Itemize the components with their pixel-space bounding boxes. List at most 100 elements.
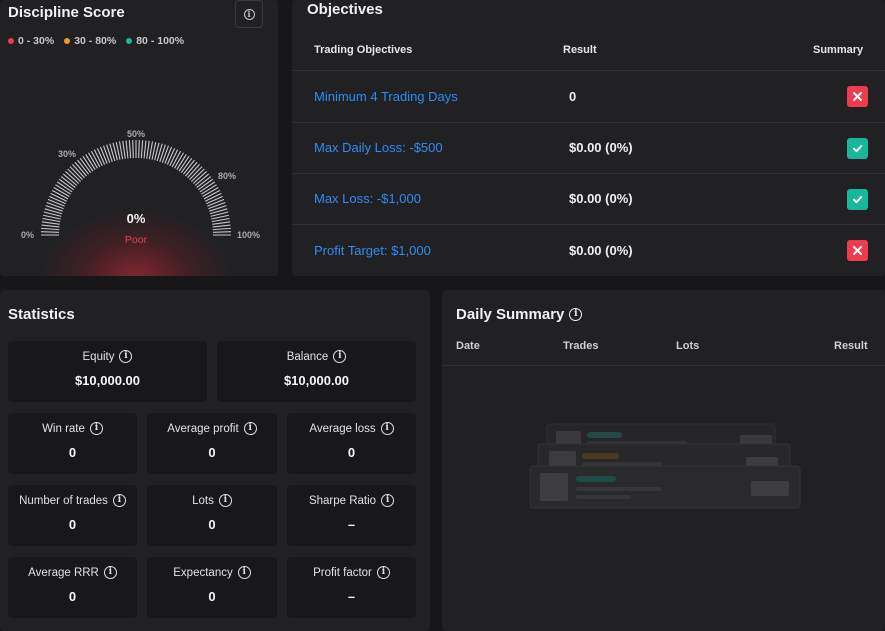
- objectives-header-name: Trading Objectives: [314, 44, 413, 56]
- stat-card-equity: Equity i $10,000.00: [8, 341, 207, 402]
- info-icon[interactable]: i: [119, 350, 133, 363]
- stat-value-lots: 0: [208, 517, 216, 532]
- gauge-tick: [138, 140, 140, 159]
- legend-item-low: 0 - 30%: [8, 35, 54, 47]
- check-icon: [853, 196, 863, 204]
- daily-summary-title: Daily Summary: [456, 306, 565, 323]
- stat-card-win-rate: Win rate i 0: [8, 413, 137, 474]
- info-icon[interactable]: i: [381, 494, 395, 507]
- objectives-panel: Objectives Trading Objectives Result Sum…: [292, 0, 885, 276]
- close-icon: [853, 92, 862, 101]
- legend-item-mid: 30 - 80%: [64, 35, 116, 47]
- info-icon: i: [243, 8, 255, 20]
- stat-label-text: Average profit: [167, 422, 239, 435]
- daily-header-result[interactable]: Result: [834, 340, 868, 352]
- daily-summary-panel: Daily Summary i Date Trades Lots Result: [442, 290, 885, 631]
- stat-label-equity: Equity i: [8, 350, 207, 363]
- gauge-tick: [41, 227, 60, 231]
- objective-result-profit-target: $0.00 (0%): [569, 243, 633, 258]
- daily-header-lots[interactable]: Lots: [676, 340, 699, 352]
- legend-label-low: 0 - 30%: [18, 35, 55, 47]
- discipline-rating: Poor: [124, 234, 148, 246]
- daily-summary-title-row: Daily Summary i: [456, 306, 583, 323]
- gauge-tick: [47, 198, 65, 207]
- close-icon: [853, 246, 862, 255]
- gauge-label-50: 50%: [127, 129, 146, 139]
- stat-label-text: Sharpe Ratio: [308, 494, 377, 507]
- info-icon[interactable]: i: [218, 494, 232, 507]
- gauge-tick: [132, 140, 134, 159]
- gauge-tick: [102, 145, 111, 163]
- objective-name-profit-target[interactable]: Profit Target: $1,000: [314, 243, 431, 258]
- stat-label-balance: Balance i: [217, 350, 416, 363]
- gauge-tick: [143, 140, 147, 159]
- objective-name-min-trading-days[interactable]: Minimum 4 Trading Days: [314, 89, 458, 104]
- stat-label-text: Equity: [82, 350, 115, 363]
- info-icon[interactable]: i: [333, 350, 347, 363]
- stat-label-expectancy: Expectancy i: [147, 566, 277, 579]
- divider: [292, 224, 885, 225]
- divider: [292, 122, 885, 123]
- objective-status-profit-target: [847, 240, 868, 261]
- objective-result-max-loss: $0.00 (0%): [569, 191, 633, 206]
- stat-label-text: Lots: [192, 494, 214, 507]
- stat-label-text: Average RRR: [28, 566, 99, 579]
- legend-label-mid: 30 - 80%: [74, 35, 117, 47]
- stat-card-sharpe-ratio: Sharpe Ratio i –: [287, 485, 416, 546]
- stat-card-balance: Balance i $10,000.00: [217, 341, 416, 402]
- stat-card-expectancy: Expectancy i 0: [147, 557, 277, 618]
- gauge-label-30: 30%: [58, 149, 77, 159]
- stat-label-lots: Lots i: [147, 494, 277, 507]
- stat-card-average-profit: Average profit i 0: [147, 413, 277, 474]
- objective-name-max-loss[interactable]: Max Loss: -$1,000: [314, 191, 421, 206]
- empty-state-illustration: [529, 423, 801, 509]
- stat-label-number-of-trades: Number of trades i: [8, 494, 137, 507]
- stat-card-lots: Lots i 0: [147, 485, 277, 546]
- statistics-panel: Statistics Equity i $10,000.00 Balance i $…: [0, 290, 430, 631]
- stat-label-text: Balance: [286, 350, 329, 363]
- info-icon[interactable]: i: [89, 422, 103, 435]
- legend-label-high: 80 - 100%: [136, 35, 185, 47]
- gauge-tick: [122, 140, 126, 159]
- stat-card-average-loss: Average loss i 0: [287, 413, 416, 474]
- daily-header-trades[interactable]: Trades: [563, 340, 598, 352]
- daily-header-date[interactable]: Date: [456, 340, 480, 352]
- objective-name-max-daily-loss[interactable]: Max Daily Loss: -$500: [314, 140, 443, 155]
- gauge-tick: [46, 201, 64, 210]
- info-icon[interactable]: i: [237, 566, 251, 579]
- discipline-score-panel: Discipline Score i 0 - 30% 30 - 80% 80 -…: [0, 0, 278, 276]
- gauge-tick: [128, 140, 132, 159]
- objective-status-max-loss: [847, 189, 868, 210]
- info-icon[interactable]: i: [569, 308, 583, 321]
- stat-label-text: Number of trades: [19, 494, 108, 507]
- stat-value-expectancy: 0: [208, 589, 216, 604]
- gauge-tick: [164, 146, 173, 164]
- info-icon[interactable]: i: [112, 494, 126, 507]
- stat-label-text: Expectancy: [173, 566, 233, 579]
- gauge-tick: [125, 140, 129, 159]
- legend-dot-red-icon: [8, 38, 14, 44]
- info-icon[interactable]: i: [103, 566, 117, 579]
- discipline-title: Discipline Score: [8, 4, 125, 21]
- discipline-info-button[interactable]: i: [235, 0, 263, 28]
- discipline-legend: 0 - 30% 30 - 80% 80 - 100%: [8, 35, 184, 47]
- objective-result-max-daily-loss: $0.00 (0%): [569, 140, 633, 155]
- info-icon[interactable]: i: [376, 566, 390, 579]
- stat-value-win-rate: 0: [68, 445, 77, 460]
- info-icon[interactable]: i: [243, 422, 257, 435]
- gauge-label-80: 80%: [218, 171, 237, 181]
- stat-value-average-loss: 0: [347, 445, 356, 460]
- objective-status-max-daily-loss: [847, 138, 868, 159]
- objectives-header-summary: Summary: [813, 44, 864, 56]
- info-icon[interactable]: i: [380, 422, 394, 435]
- check-icon: [853, 145, 863, 153]
- stat-label-average-rrr: Average RRR i: [8, 566, 137, 579]
- legend-dot-teal-icon: [126, 38, 133, 44]
- stat-value-equity: $10,000.00: [74, 373, 141, 388]
- divider: [442, 365, 885, 366]
- objective-status-min-trading-days: [847, 86, 868, 107]
- objectives-header-result: Result: [563, 44, 597, 56]
- discipline-score-value: 0%: [126, 211, 146, 226]
- stat-card-profit-factor: Profit factor i –: [287, 557, 416, 618]
- gauge-tick: [161, 145, 170, 163]
